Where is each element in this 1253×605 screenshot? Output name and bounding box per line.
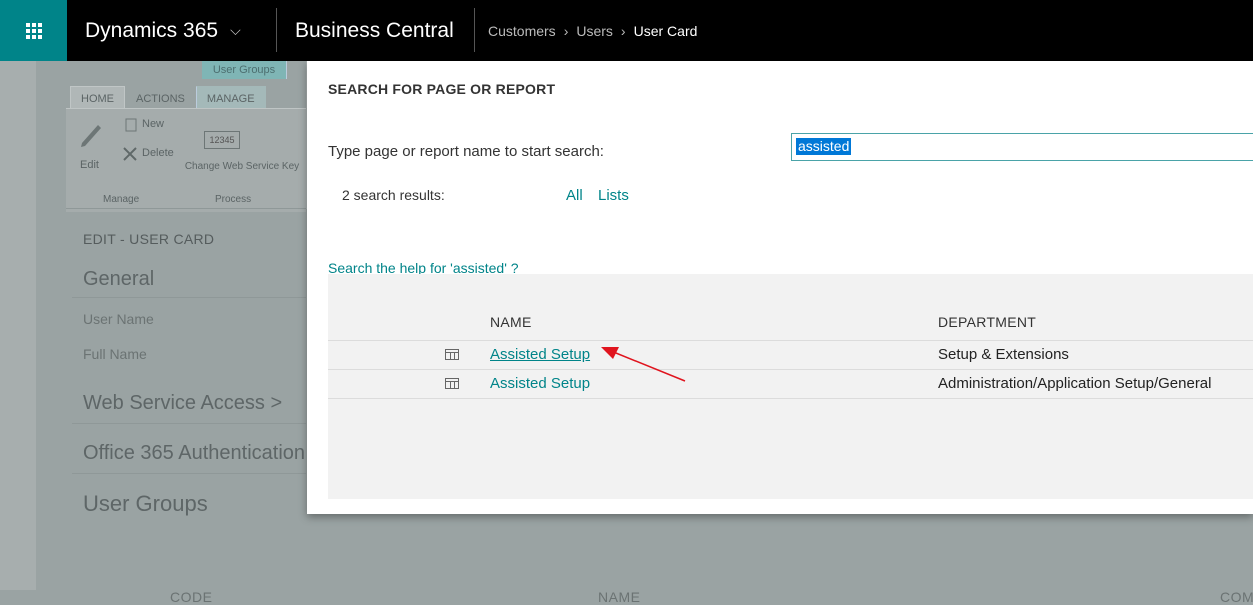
new-button-label[interactable]: New	[142, 118, 164, 130]
chevron-down-icon: ⌵	[230, 22, 241, 38]
product-name[interactable]: Business Central	[295, 0, 454, 61]
search-page-or-report-dialog: SEARCH FOR PAGE OR REPORT Type page or r…	[307, 61, 1253, 514]
list-page-icon	[445, 349, 459, 360]
results-table: NAME DEPARTMENT Assisted Setup Setup & E…	[328, 274, 1253, 499]
dialog-title: SEARCH FOR PAGE OR REPORT	[328, 81, 556, 97]
grid-column-com[interactable]: COM	[1220, 589, 1253, 605]
breadcrumb-customers[interactable]: Customers	[488, 23, 556, 39]
table-row[interactable]: Assisted Setup Administration/Applicatio…	[328, 369, 1253, 399]
dynamics-app-switcher[interactable]: Dynamics 365 ⌵	[85, 0, 241, 61]
ribbon-group-process: Process	[215, 194, 252, 205]
search-prompt-label: Type page or report name to start search…	[328, 143, 604, 160]
grid-column-name[interactable]: NAME	[598, 589, 640, 605]
section-divider	[72, 473, 306, 474]
brand-label: Dynamics 365	[85, 18, 219, 42]
section-general[interactable]: General	[83, 268, 154, 291]
page-left-strip	[0, 61, 36, 590]
pencil-icon[interactable]	[78, 119, 102, 149]
card-header: EDIT - USER CARD	[83, 231, 215, 247]
breadcrumb-user-card: User Card	[633, 22, 698, 39]
annotation-arrow-icon	[601, 347, 686, 382]
field-user-name-label: User Name	[83, 311, 154, 327]
change-web-service-key-button[interactable]: Change Web Service Key	[182, 161, 302, 172]
filter-all[interactable]: All	[566, 187, 583, 204]
top-navigation-bar: Dynamics 365 ⌵ Business Central Customer…	[0, 0, 1253, 61]
ribbon-body	[66, 108, 306, 212]
nav-divider	[474, 8, 475, 52]
edit-button-label[interactable]: Edit	[80, 159, 99, 171]
result-name-link[interactable]: Assisted Setup	[490, 346, 590, 363]
section-divider	[72, 423, 306, 424]
search-input-value[interactable]: assisted	[796, 138, 852, 155]
delete-x-icon	[123, 147, 137, 161]
key-icon: 12345	[204, 131, 240, 149]
breadcrumb: Customers › Users › User Card	[488, 0, 697, 61]
ribbon-divider	[66, 208, 306, 209]
waffle-icon	[25, 22, 42, 39]
section-web-service-access[interactable]: Web Service Access >	[83, 392, 282, 415]
app-launcher-button[interactable]	[0, 0, 67, 61]
ribbon-group-manage: Manage	[103, 194, 140, 205]
section-user-groups[interactable]: User Groups	[83, 491, 208, 517]
field-full-name-label: Full Name	[83, 346, 147, 362]
column-header-department[interactable]: DEPARTMENT	[938, 314, 1036, 330]
result-name-link[interactable]: Assisted Setup	[490, 375, 590, 392]
result-department: Administration/Application Setup/General	[938, 375, 1212, 392]
nav-divider	[276, 8, 277, 52]
grid-column-code[interactable]: CODE	[170, 589, 212, 605]
ribbon-context-group: User Groups	[202, 61, 287, 79]
breadcrumb-users[interactable]: Users	[576, 23, 613, 39]
column-header-name[interactable]: NAME	[490, 314, 532, 330]
result-count: 2 search results:	[342, 187, 445, 203]
delete-button-label[interactable]: Delete	[142, 147, 174, 159]
section-office365-authentication[interactable]: Office 365 Authentication	[83, 442, 305, 465]
table-row[interactable]: Assisted Setup Setup & Extensions	[328, 340, 1253, 369]
breadcrumb-separator-icon: ›	[563, 22, 569, 39]
search-input[interactable]	[791, 133, 1253, 161]
breadcrumb-separator-icon: ›	[620, 22, 626, 39]
new-doc-icon	[125, 118, 137, 132]
list-page-icon	[445, 378, 459, 389]
filter-lists[interactable]: Lists	[598, 187, 629, 204]
section-divider	[72, 297, 306, 298]
result-department: Setup & Extensions	[938, 346, 1069, 363]
